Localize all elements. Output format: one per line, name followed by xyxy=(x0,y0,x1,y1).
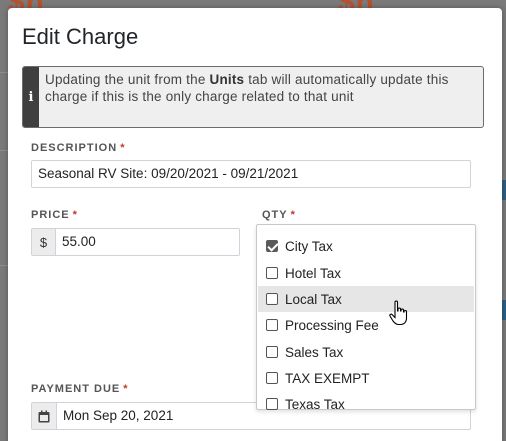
payment-due-label: PAYMENT DUE * xyxy=(31,383,129,395)
checkbox[interactable] xyxy=(266,372,278,384)
tax-option-city-tax[interactable]: City Tax xyxy=(258,233,474,259)
checkbox[interactable] xyxy=(266,293,278,305)
tax-option-local-tax[interactable]: Local Tax xyxy=(258,286,474,312)
tax-option-hotel-tax[interactable]: Hotel Tax xyxy=(258,260,474,286)
currency-addon: $ xyxy=(31,228,55,256)
tax-option-processing-fee[interactable]: Processing Fee xyxy=(258,312,474,338)
calendar-icon[interactable] xyxy=(31,402,56,430)
checkbox[interactable] xyxy=(266,267,278,279)
description-label: DESCRIPTION * xyxy=(31,142,126,154)
price-label: PRICE * xyxy=(31,209,78,221)
description-input[interactable]: Seasonal RV Site: 09/20/2021 - 09/21/202… xyxy=(31,160,471,188)
price-input[interactable]: 55.00 xyxy=(55,228,240,256)
info-alert: i Updating the unit from the Units tab w… xyxy=(22,66,484,128)
tax-option-tax-exempt[interactable]: TAX EXEMPT xyxy=(258,365,474,391)
checkbox[interactable] xyxy=(266,398,278,410)
checkbox[interactable] xyxy=(266,346,278,358)
tax-dropdown-menu: City Tax Hotel Tax Local Tax Processing … xyxy=(256,224,476,412)
tax-option-texas-tax[interactable]: Texas Tax xyxy=(258,391,474,417)
tax-option-sales-tax[interactable]: Sales Tax xyxy=(258,339,474,365)
checkbox[interactable] xyxy=(266,319,278,331)
hand-pointer-cursor xyxy=(389,300,408,326)
checkbox[interactable] xyxy=(266,240,278,252)
qty-label: QTY * xyxy=(262,209,296,221)
info-alert-text: Updating the unit from the Units tab wil… xyxy=(45,72,449,104)
info-icon: i xyxy=(23,67,39,127)
modal-title: Edit Charge xyxy=(22,24,139,49)
